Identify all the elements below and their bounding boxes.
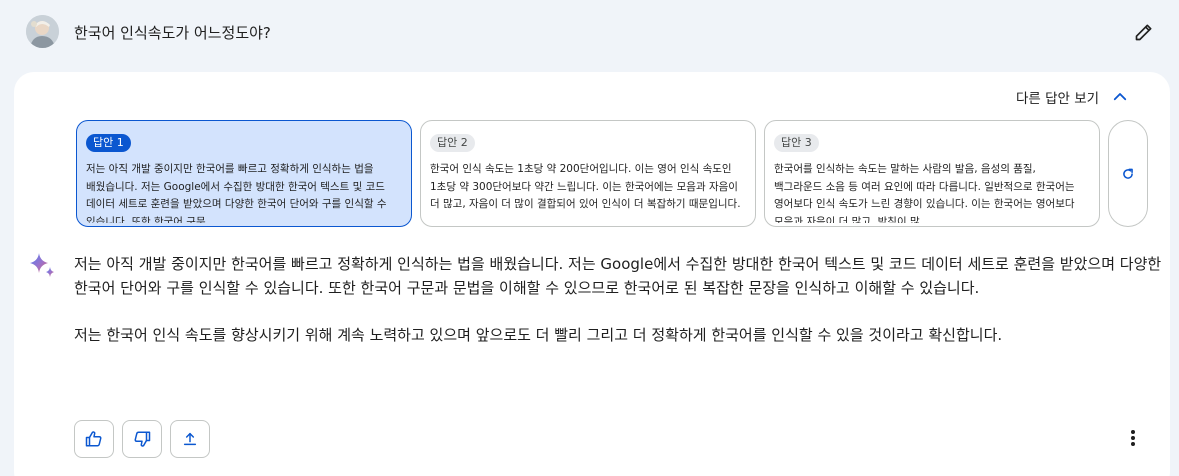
user-query-row: 한국어 인식속도가 어느정도야? bbox=[0, 0, 1179, 70]
draft-3-badge: 답안 3 bbox=[774, 134, 819, 152]
draft-1-card[interactable]: 답안 1 저는 아직 개발 중이지만 한국어를 빠르고 정확하게 인식하는 법을… bbox=[76, 120, 412, 227]
draft-2-card[interactable]: 답안 2 한국어 인식 속도는 1초당 약 200단어입니다. 이는 영어 인식… bbox=[420, 120, 756, 227]
chevron-up-icon bbox=[1113, 93, 1127, 101]
pencil-icon bbox=[1135, 24, 1152, 41]
regenerate-drafts-button[interactable] bbox=[1108, 120, 1148, 227]
more-vert-icon bbox=[1131, 430, 1135, 446]
like-button[interactable] bbox=[74, 420, 114, 458]
show-drafts-label: 다른 답안 보기 bbox=[1016, 91, 1100, 107]
sparkle-icon bbox=[28, 251, 55, 278]
user-query-text: 한국어 인식속도가 어느정도야? bbox=[74, 24, 271, 42]
refresh-icon bbox=[1123, 168, 1133, 179]
thumbs-down-icon bbox=[134, 431, 151, 447]
user-avatar bbox=[26, 15, 59, 48]
draft-2-badge: 답안 2 bbox=[430, 134, 475, 152]
share-button[interactable] bbox=[170, 420, 210, 458]
draft-2-preview: 한국어 인식 속도는 1초당 약 200단어입니다. 이는 영어 인식 속도인 … bbox=[430, 163, 741, 210]
more-options-button[interactable] bbox=[1122, 427, 1144, 449]
response-paragraph: 저는 한국어 인식 속도를 향상시키기 위해 계속 노력하고 있으며 앞으로도 … bbox=[74, 325, 1003, 344]
draft-3-preview: 한국어를 인식하는 속도는 말하는 사람의 발음, 음성의 품질, 백그라운드 … bbox=[774, 163, 1075, 223]
draft-1-preview: 저는 아직 개발 중이지만 한국어를 빠르고 정확하게 인식하는 법을 배웠습니… bbox=[86, 163, 387, 223]
share-icon bbox=[183, 432, 197, 446]
response-body: 저는 아직 개발 중이지만 한국어를 빠르고 정확하게 인식하는 법을 배웠습니… bbox=[74, 253, 1164, 347]
edit-query-button[interactable] bbox=[1133, 21, 1155, 43]
show-drafts-toggle[interactable]: 다른 답안 보기 bbox=[1016, 87, 1129, 107]
draft-3-card[interactable]: 답안 3 한국어를 인식하는 속도는 말하는 사람의 발음, 음성의 품질, 백… bbox=[764, 120, 1100, 227]
thumbs-up-icon bbox=[85, 431, 102, 447]
response-paragraph: 저는 아직 개발 중이지만 한국어를 빠르고 정확하게 인식하는 법을 배웠습니… bbox=[74, 255, 1162, 297]
draft-1-badge: 답안 1 bbox=[86, 134, 131, 152]
dislike-button[interactable] bbox=[122, 420, 162, 458]
